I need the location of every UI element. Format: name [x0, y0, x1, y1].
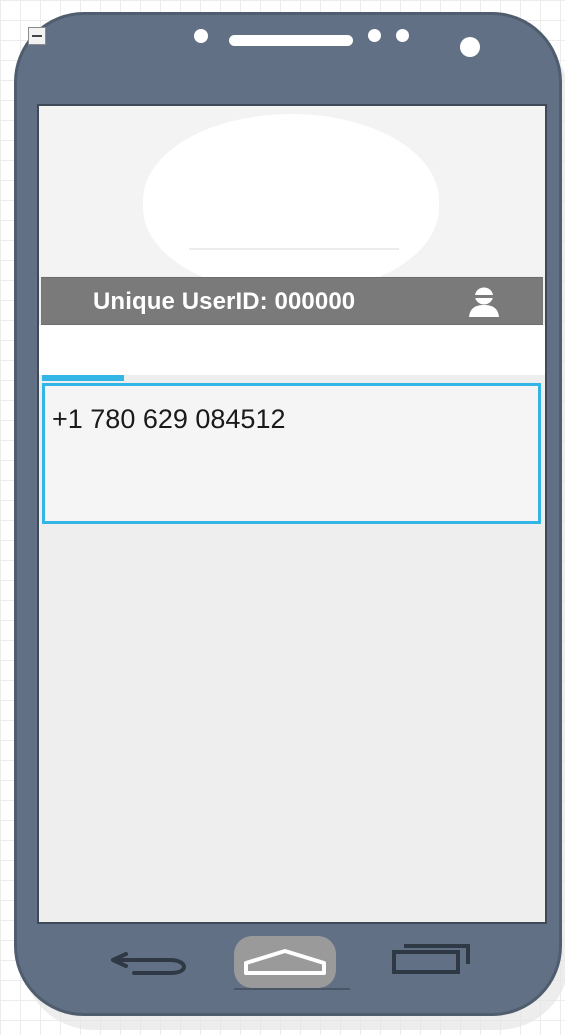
phone-screen: Unique UserID: 000000 +1 780 629 084512	[37, 104, 547, 924]
home-button-underline	[234, 988, 350, 990]
phone-number-value: +1 780 629 084512	[52, 404, 286, 434]
minus-icon	[32, 35, 42, 37]
earpiece-speaker	[229, 35, 353, 46]
recent-apps-icon[interactable]	[388, 940, 474, 980]
front-camera	[460, 37, 480, 57]
home-button[interactable]	[234, 936, 336, 988]
user-id-header: Unique UserID: 000000	[41, 277, 543, 325]
proximity-sensor	[194, 29, 208, 43]
hero-image-placeholder	[143, 114, 439, 294]
phone-number-input[interactable]: +1 780 629 084512	[42, 383, 541, 524]
user-id-label: Unique UserID: 000000	[93, 288, 356, 315]
light-sensor	[368, 29, 381, 42]
hero-placeholder	[39, 106, 545, 294]
user-avatar-icon[interactable]	[465, 285, 503, 319]
active-tab-indicator	[42, 375, 124, 381]
tab-strip	[39, 325, 545, 375]
hero-divider	[189, 248, 399, 250]
collapse-toggle-button[interactable]	[28, 27, 46, 45]
home-icon	[244, 949, 326, 975]
back-arrow-icon[interactable]	[108, 942, 188, 982]
notification-led	[396, 29, 409, 42]
